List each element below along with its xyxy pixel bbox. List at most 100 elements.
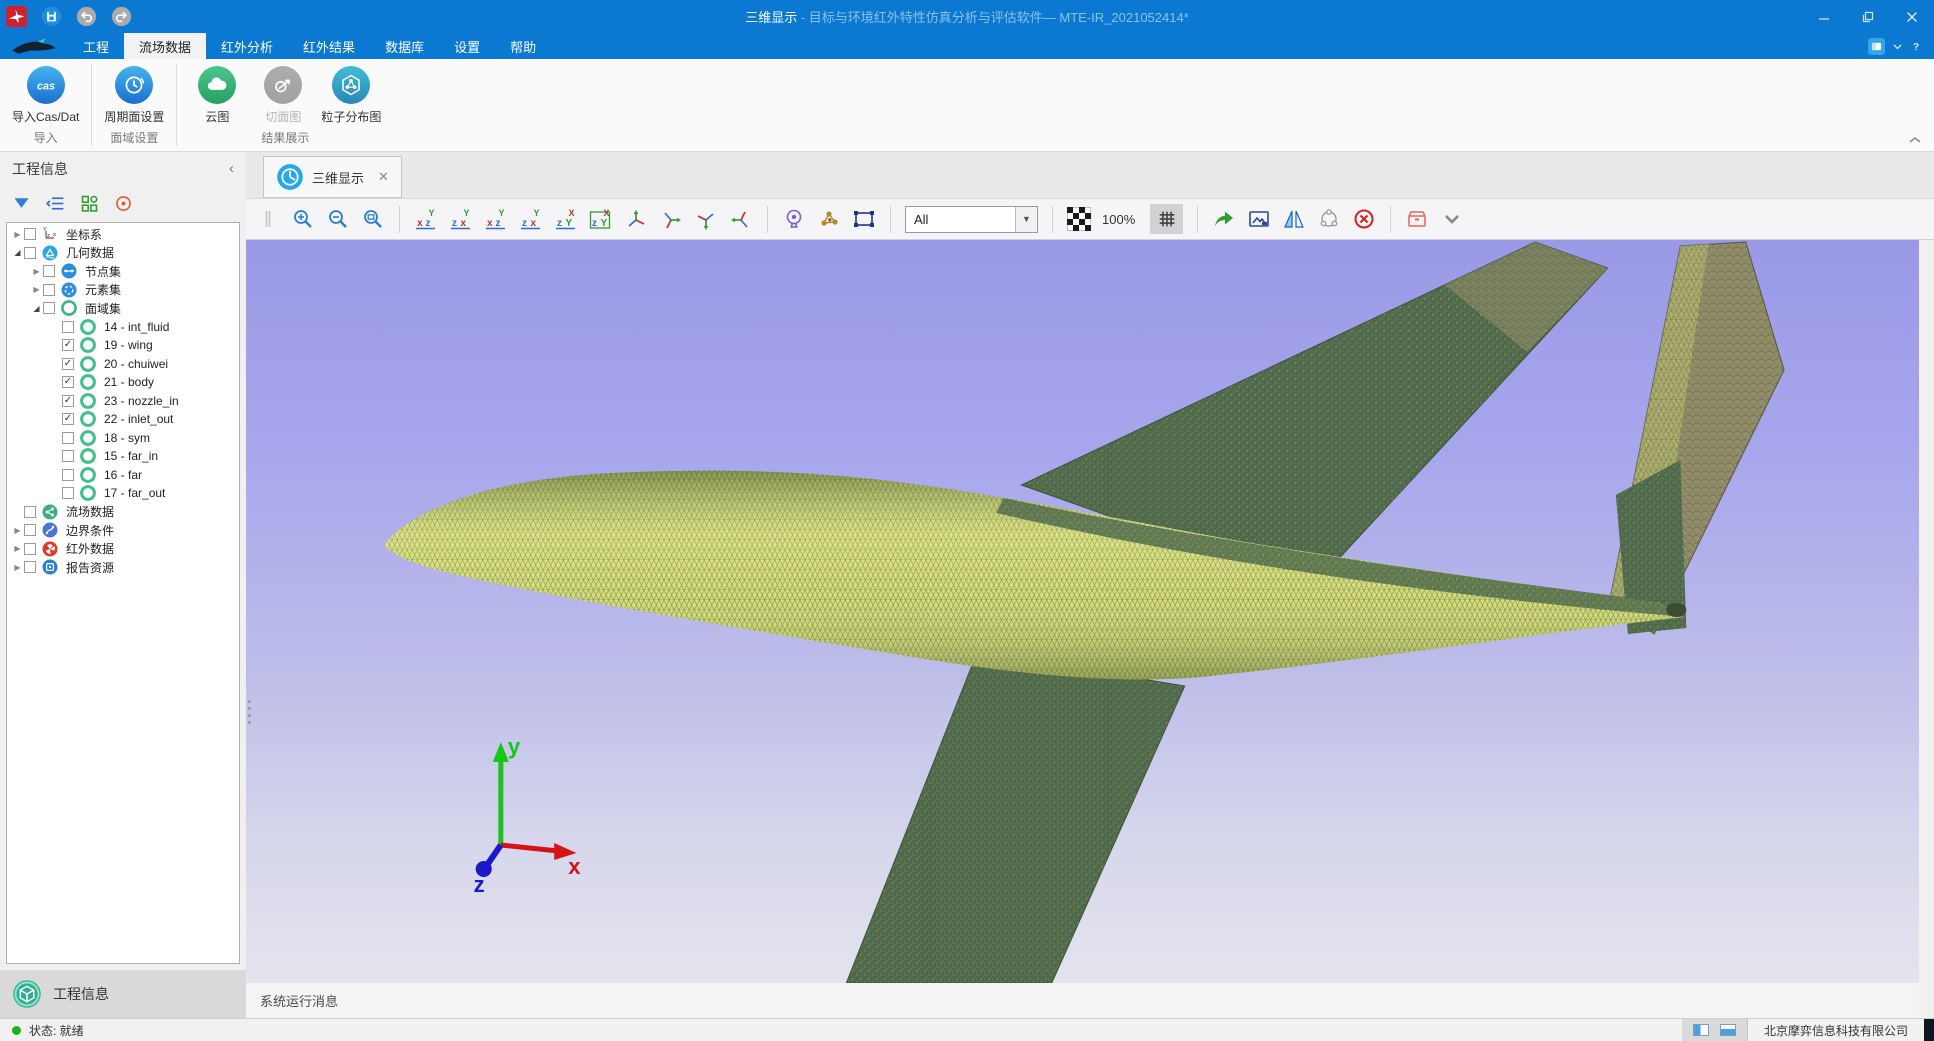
menu-item-project[interactable]: 工程 (68, 33, 124, 59)
package-dropdown-icon[interactable] (1440, 207, 1464, 231)
checkbox[interactable] (24, 524, 36, 536)
checkbox[interactable]: ✓ (62, 395, 74, 407)
checkbox[interactable] (62, 469, 74, 481)
layout-bottom-panel-icon[interactable] (1720, 1024, 1736, 1036)
tree-item-21-body[interactable]: ✓21 - body (7, 373, 239, 392)
tree-item-flow-field-data[interactable]: 流场数据 (7, 503, 239, 522)
menu-item-database[interactable]: 数据库 (370, 33, 439, 59)
tree-item-node-set[interactable]: ▶节点集 (7, 262, 239, 281)
expander-icon[interactable]: ▶ (30, 285, 43, 294)
viewport-3d[interactable]: y x z (246, 240, 1919, 983)
zoom-in-icon[interactable] (291, 207, 315, 231)
ribbon-button-periodic-face-setup[interactable]: 周期面设置 (104, 66, 164, 125)
expander-icon[interactable]: ▶ (30, 267, 43, 276)
menu-item-help[interactable]: 帮助 (495, 33, 551, 59)
view-left-icon[interactable]: xzY (484, 207, 508, 231)
combo-dropdown-icon[interactable]: ▼ (1015, 207, 1037, 232)
tree-item-face-set[interactable]: ◢面域集 (7, 299, 239, 318)
view-iso-2-icon[interactable] (659, 207, 683, 231)
tree-item-16-far[interactable]: 16 - far (7, 466, 239, 485)
grid-icon[interactable] (79, 193, 100, 214)
panel-collapse-icon[interactable]: ‹ (229, 160, 234, 177)
help-icon[interactable]: ? (1910, 40, 1922, 52)
view-iso-4-icon[interactable] (729, 207, 753, 231)
snapshot-icon[interactable] (1247, 207, 1271, 231)
target-icon[interactable] (113, 193, 134, 214)
tree-item-19-wing[interactable]: ✓19 - wing (7, 336, 239, 355)
expander-icon[interactable]: ▶ (11, 526, 24, 535)
checkbox[interactable] (24, 561, 36, 573)
view-iso-1-icon[interactable] (624, 207, 648, 231)
view-top-icon[interactable]: zYX (554, 207, 578, 231)
menu-item-ir-results[interactable]: 红外结果 (288, 33, 370, 59)
view-right-icon[interactable]: zxY (519, 207, 543, 231)
tree-item-23-nozzle-in[interactable]: ✓23 - nozzle_in (7, 392, 239, 411)
resize-grip[interactable] (1924, 1019, 1934, 1041)
close-button[interactable] (1890, 0, 1934, 33)
checkbox[interactable] (24, 543, 36, 555)
package-icon[interactable] (1405, 207, 1429, 231)
menu-item-flow-field-data[interactable]: 流场数据 (124, 33, 206, 59)
tree-item-boundary-conditions[interactable]: ▶边界条件 (7, 521, 239, 540)
menu-item-ir-analysis[interactable]: 红外分析 (206, 33, 288, 59)
checkbox[interactable]: ✓ (62, 413, 74, 425)
checkbox[interactable] (24, 247, 36, 259)
checkbox[interactable] (43, 284, 55, 296)
tree-item-report-resources[interactable]: ▶报告资源 (7, 558, 239, 577)
ribbon-collapse-icon[interactable] (1908, 135, 1922, 145)
select-region-icon[interactable] (852, 207, 876, 231)
minimize-button[interactable] (1802, 0, 1846, 33)
tree-item-14-int-fluid[interactable]: 14 - int_fluid (7, 318, 239, 337)
list-icon[interactable] (45, 193, 66, 214)
checkbox[interactable] (62, 432, 74, 444)
redo-icon[interactable] (111, 6, 132, 27)
ring-nodes-icon[interactable] (1317, 207, 1341, 231)
tab-close-icon[interactable]: ✕ (372, 169, 389, 185)
checkerboard-icon[interactable] (1067, 207, 1091, 231)
tree-item-infrared-data[interactable]: ▶红外数据 (7, 540, 239, 559)
zoom-window-icon[interactable] (361, 207, 385, 231)
cancel-icon[interactable] (1352, 207, 1376, 231)
checkbox[interactable]: ✓ (62, 339, 74, 351)
view-iso-3-icon[interactable] (694, 207, 718, 231)
layout-left-panel-icon[interactable] (1693, 1024, 1709, 1036)
tree-item-17-far-out[interactable]: 17 - far_out (7, 484, 239, 503)
panel-splitter[interactable] (248, 700, 251, 724)
app-jet-icon[interactable] (6, 6, 27, 27)
tree-item-geometry-data[interactable]: ◢几何数据 (7, 244, 239, 263)
theme-dropdown-icon[interactable] (1893, 43, 1902, 50)
tree-item-20-chuiwei[interactable]: ✓20 - chuiwei (7, 355, 239, 374)
checkbox[interactable]: ✓ (62, 376, 74, 388)
expander-icon[interactable]: ◢ (11, 248, 24, 257)
checkbox[interactable] (43, 302, 55, 314)
checkbox[interactable] (24, 228, 36, 240)
zoom-out-icon[interactable] (326, 207, 350, 231)
checkbox[interactable] (62, 450, 74, 462)
ribbon-button-import-cas-dat[interactable]: cas导入Cas/Dat (12, 66, 79, 125)
expander-icon[interactable]: ◢ (30, 304, 43, 313)
checkbox[interactable] (62, 487, 74, 499)
ribbon-button-cloud-map[interactable]: 云图 (189, 66, 245, 125)
tree-item-element-set[interactable]: ▶元素集 (7, 281, 239, 300)
view-front-icon[interactable]: xzY (414, 207, 438, 231)
display-filter-select[interactable]: All▼ (905, 206, 1038, 233)
tree-item-coordinate-system[interactable]: ▶Yzx坐标系 (7, 225, 239, 244)
checkbox[interactable]: ✓ (62, 358, 74, 370)
maximize-button[interactable] (1846, 0, 1890, 33)
save-icon[interactable] (41, 6, 62, 27)
panel-bottom-tab[interactable]: 工程信息 (0, 970, 246, 1018)
menu-item-settings[interactable]: 设置 (439, 33, 495, 59)
molecule-icon[interactable] (817, 207, 841, 231)
mesh-toggle-button[interactable] (1150, 204, 1183, 234)
tree-item-18-sym[interactable]: 18 - sym (7, 429, 239, 448)
ribbon-button-particle-distribution[interactable]: 粒子分布图 (321, 66, 381, 125)
checkbox[interactable] (62, 321, 74, 333)
filter-icon[interactable] (11, 193, 32, 214)
expander-icon[interactable]: ▶ (11, 563, 24, 572)
tree-item-22-inlet-out[interactable]: ✓22 - inlet_out (7, 410, 239, 429)
view-bottom-icon[interactable]: zYX (589, 207, 613, 231)
theme-icon[interactable] (1868, 38, 1885, 55)
expander-icon[interactable]: ▶ (11, 544, 24, 553)
expander-icon[interactable]: ▶ (11, 230, 24, 239)
share-arrow-icon[interactable] (1212, 207, 1236, 231)
